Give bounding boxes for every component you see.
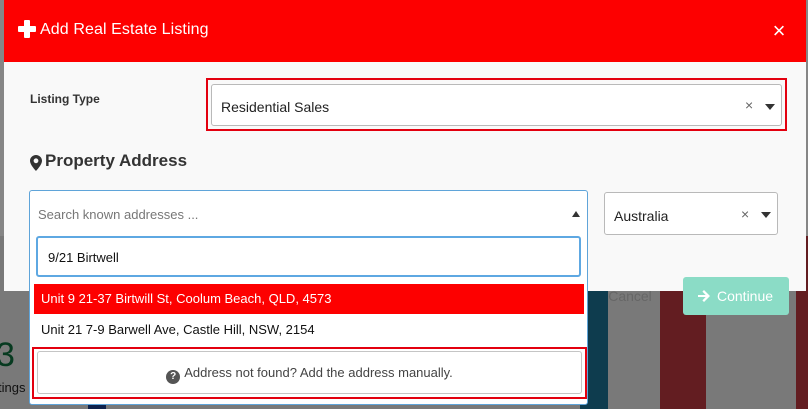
continue-label: Continue [717,288,774,304]
map-marker-icon [30,155,42,171]
address-result-option[interactable]: Unit 9 21-37 Birtwill St, Coolum Beach, … [34,284,584,314]
country-value: Australia [614,208,669,224]
modal-title: Add Real Estate Listing [40,21,209,38]
plus-icon [18,20,36,38]
address-search-input[interactable]: 9/21 Birtwell [36,236,581,277]
country-select[interactable]: Australia × [604,192,778,235]
modal-header: Add Real Estate Listing × [4,0,806,62]
cancel-button[interactable]: Cancel [597,278,663,314]
country-clear-icon[interactable]: × [741,206,749,222]
close-icon[interactable]: × [766,18,792,44]
chevron-down-icon[interactable] [761,212,771,218]
question-circle-icon: ? [166,370,181,384]
listing-type-value: Residential Sales [221,99,330,115]
listing-type-label: Listing Type [30,92,100,106]
chevron-down-icon[interactable] [765,104,775,110]
manual-entry-label: Address not found? Add the address manua… [184,365,453,380]
arrow-right-icon [698,290,710,302]
add-address-manually-button[interactable]: ? Address not found? Add the address manu… [37,351,582,394]
property-address-title: Property Address [45,151,188,170]
address-result-option[interactable]: Unit 21 7-9 Barwell Ave, Castle Hill, NS… [34,315,584,345]
continue-button[interactable]: Continue [683,277,789,315]
listing-type-select[interactable]: Residential Sales × [211,84,782,126]
listing-type-clear-icon[interactable]: × [745,97,753,113]
chevron-up-icon[interactable] [572,211,580,217]
address-search-placeholder: Search known addresses ... [38,207,199,222]
address-search-value: 9/21 Birtwell [48,250,119,265]
